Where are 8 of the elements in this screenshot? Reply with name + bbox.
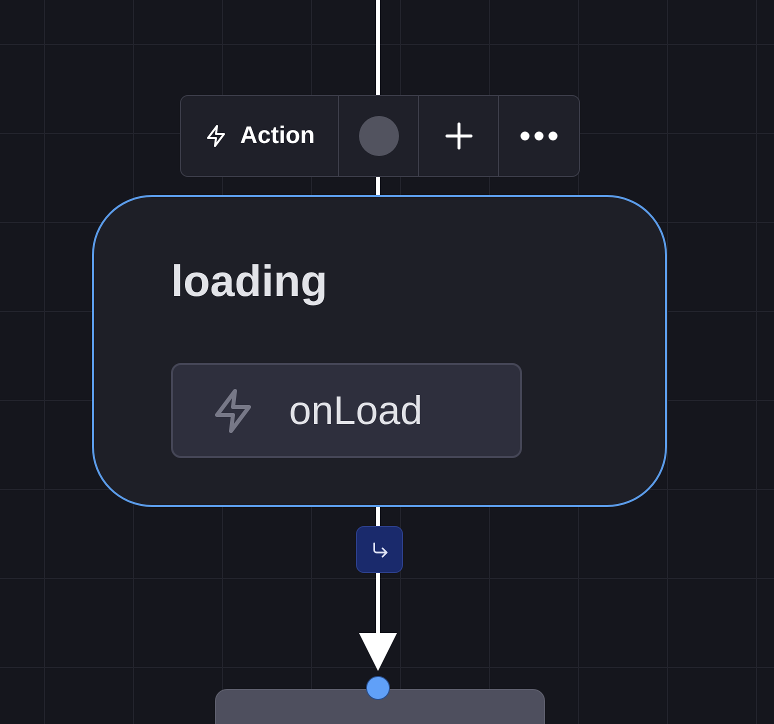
- more-icon: [519, 130, 559, 142]
- connection-handle[interactable]: [366, 676, 390, 700]
- transition-badge[interactable]: [356, 526, 403, 573]
- state-node[interactable]: loading onLoad: [92, 195, 667, 507]
- plus-icon: [442, 120, 474, 152]
- arrow-head: [359, 633, 397, 671]
- event-chip[interactable]: onLoad: [171, 363, 522, 458]
- node-title: loading: [171, 256, 328, 308]
